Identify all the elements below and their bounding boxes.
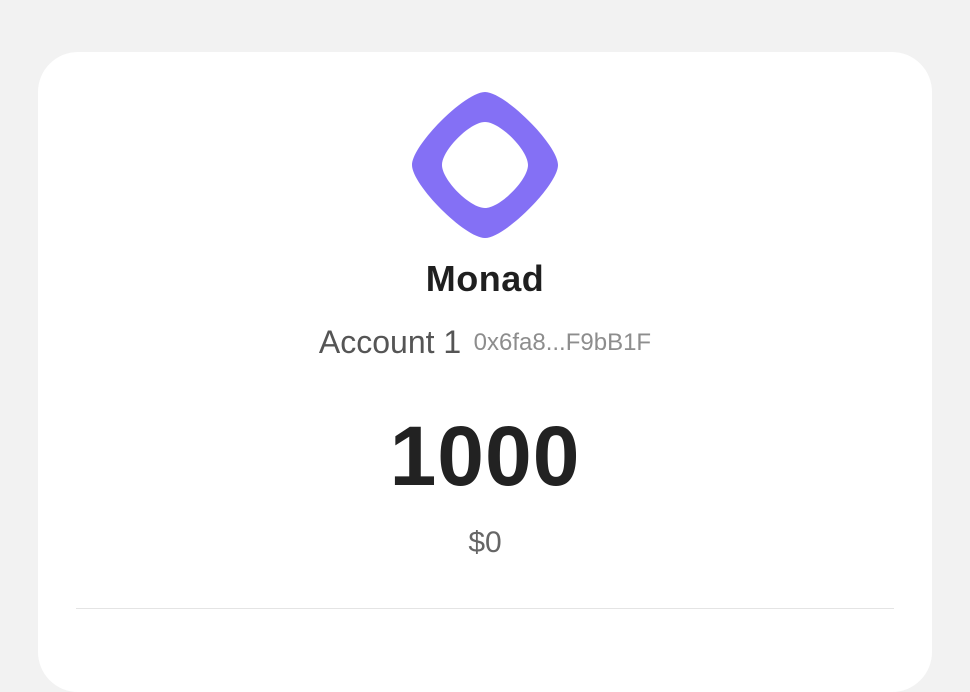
- fiat-balance: $0: [468, 526, 502, 559]
- token-balance: 1000: [389, 409, 581, 503]
- monad-logo-icon: [410, 90, 560, 240]
- account-name: Account 1: [318, 324, 462, 360]
- account-address[interactable]: 0x6fa8...F9bB1F: [474, 329, 651, 356]
- token-name: Monad: [425, 258, 545, 299]
- divider: [76, 608, 894, 609]
- token-detail-card: Monad Account 1 0x6fa8...F9bB1F 1000 $0: [38, 52, 932, 692]
- account-row: Account 1 0x6fa8...F9bB1F: [38, 324, 932, 361]
